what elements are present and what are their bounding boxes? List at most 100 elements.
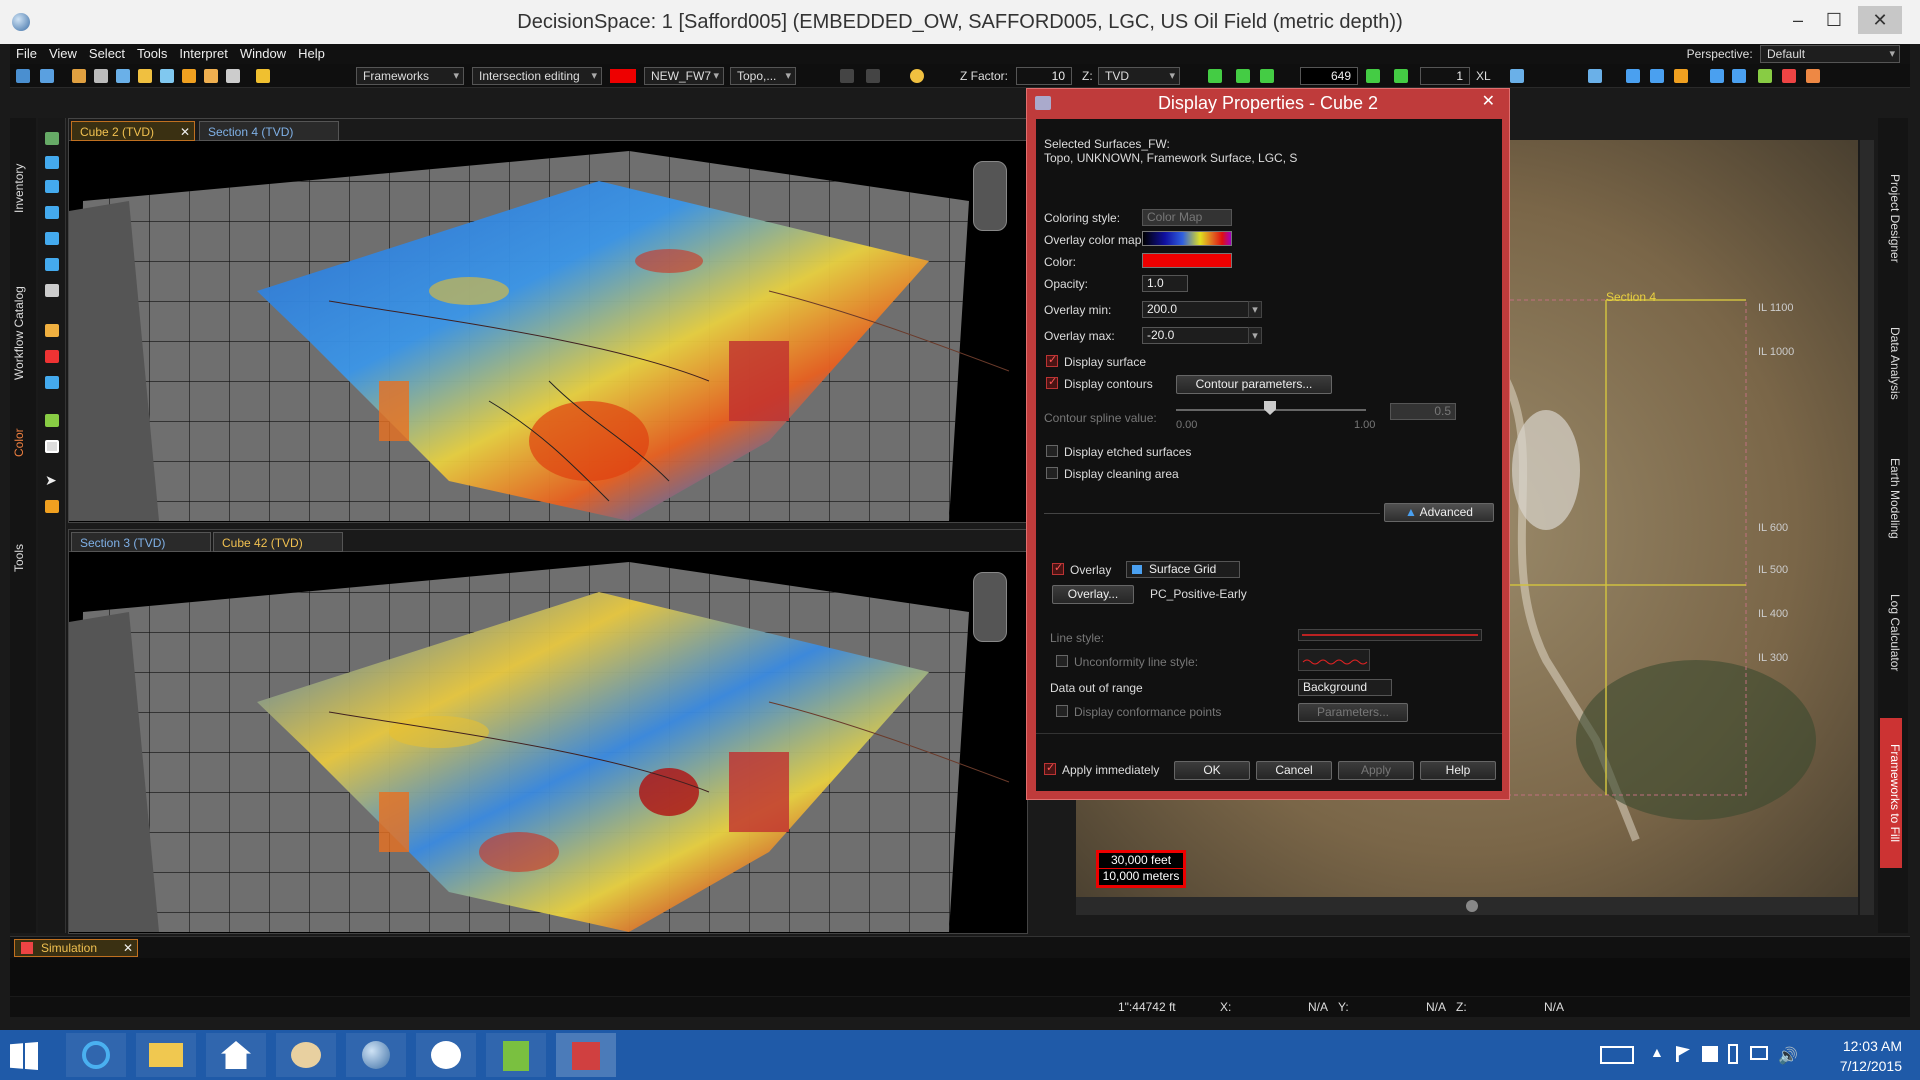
ok-button[interactable]: OK xyxy=(1174,761,1250,780)
opacity-select[interactable]: 1.0 xyxy=(1142,275,1188,292)
clock-icon[interactable] xyxy=(1782,69,1796,83)
contour-spline-thumb[interactable] xyxy=(1264,401,1276,415)
palette-cube-icon[interactable] xyxy=(45,258,59,271)
taskbar-home-icon[interactable] xyxy=(206,1033,266,1077)
overlay-max-dropdown-icon[interactable]: ▾ xyxy=(1248,327,1262,344)
settings-icon[interactable] xyxy=(1806,69,1820,83)
navigation-widget[interactable] xyxy=(973,161,1007,231)
taskbar-decisionspace-icon[interactable] xyxy=(416,1033,476,1077)
overlay-type-select[interactable]: Surface Grid xyxy=(1126,561,1240,578)
parameters-button[interactable]: Parameters... xyxy=(1298,703,1408,722)
display-surface-checkbox[interactable] xyxy=(1046,353,1058,367)
zoom-icon[interactable] xyxy=(1510,69,1524,83)
framework-select[interactable]: NEW_FW7 xyxy=(644,67,724,85)
slice-input[interactable]: 649 xyxy=(1300,67,1358,85)
taskbar-app-icon[interactable] xyxy=(556,1033,616,1077)
menu-help[interactable]: Help xyxy=(292,44,331,61)
framework-color-swatch[interactable] xyxy=(610,69,636,83)
save-icon[interactable] xyxy=(72,69,86,83)
battery-icon[interactable] xyxy=(1728,1044,1738,1064)
open-icon[interactable] xyxy=(40,69,54,83)
palette-camera-icon[interactable] xyxy=(45,284,59,297)
overlay-checkbox[interactable] xyxy=(1052,561,1064,575)
palette-box-icon[interactable] xyxy=(45,376,59,389)
redo-icon[interactable] xyxy=(866,69,880,83)
taskbar-globe-icon[interactable] xyxy=(346,1033,406,1077)
map-horizontal-scrollbar[interactable] xyxy=(1076,897,1858,915)
new-icon[interactable] xyxy=(16,69,30,83)
menu-file[interactable]: File xyxy=(10,44,43,61)
flag-icon[interactable] xyxy=(1676,1046,1690,1062)
conformance-checkbox[interactable] xyxy=(1056,705,1068,717)
tab-inventory[interactable]: Inventory xyxy=(12,148,34,228)
clock-time[interactable]: 12:03 AM xyxy=(1822,1038,1902,1054)
palette-grid-icon[interactable] xyxy=(45,132,59,145)
taskbar-explorer-icon[interactable] xyxy=(136,1033,196,1077)
navigation-widget-bottom[interactable] xyxy=(973,572,1007,642)
palette-pencil-icon[interactable] xyxy=(45,500,59,513)
apply-immediately-checkbox[interactable] xyxy=(1044,761,1056,775)
palette-hand-icon[interactable] xyxy=(45,440,59,453)
3d-scene-bottom[interactable] xyxy=(69,552,1027,932)
first-frame-icon[interactable] xyxy=(1208,69,1222,83)
palette-paint-icon[interactable] xyxy=(45,350,59,363)
overlay-max-input[interactable]: -20.0 xyxy=(1142,327,1250,344)
cube-icon[interactable] xyxy=(204,69,218,83)
menu-interpret[interactable]: Interpret xyxy=(173,44,233,61)
triangle-icon[interactable] xyxy=(1626,69,1640,83)
contour-spline-input[interactable]: 0.5 xyxy=(1390,403,1456,420)
tab-cube-42[interactable]: Cube 42 (TVD) xyxy=(213,532,343,552)
tab-data-analysis[interactable]: Data Analysis xyxy=(1880,308,1902,418)
cleaning-area-checkbox[interactable] xyxy=(1046,467,1058,479)
tray-chevron-icon[interactable]: ▲ xyxy=(1650,1044,1664,1060)
lamp-icon[interactable] xyxy=(138,69,152,83)
windows-tray-icon[interactable] xyxy=(1702,1046,1718,1062)
data-out-of-range-select[interactable]: Background xyxy=(1298,679,1392,696)
unconformity-checkbox[interactable] xyxy=(1056,655,1068,667)
apply-button[interactable]: Apply xyxy=(1338,761,1414,780)
close-tab-icon[interactable]: ✕ xyxy=(180,125,190,139)
tab-color[interactable]: Color xyxy=(12,418,34,468)
overlay-button[interactable]: Overlay... xyxy=(1052,585,1134,604)
palette-pointer-icon[interactable]: ➤ xyxy=(45,473,59,487)
cancel-button[interactable]: Cancel xyxy=(1256,761,1332,780)
color-swatch[interactable] xyxy=(1142,253,1232,268)
line-style-swatch[interactable] xyxy=(1298,629,1482,641)
taskbar-paint-icon[interactable] xyxy=(276,1033,336,1077)
frameworks-select[interactable]: Frameworks xyxy=(356,67,464,85)
tab-project-designer[interactable]: Project Designer xyxy=(1880,148,1902,288)
dialog-close-icon[interactable]: ✕ xyxy=(1482,91,1495,111)
volume-icon[interactable]: 🔊 xyxy=(1778,1046,1798,1066)
arrow-icon[interactable] xyxy=(182,69,196,83)
play-back-icon[interactable] xyxy=(1236,69,1250,83)
play-forward-icon[interactable] xyxy=(1394,69,1408,83)
zfactor-input[interactable]: 10 xyxy=(1016,67,1072,85)
screenshot-icon[interactable] xyxy=(226,69,240,83)
bars-icon[interactable] xyxy=(1674,69,1688,83)
palette-zoom-icon[interactable] xyxy=(45,156,59,169)
3d-scene-top[interactable] xyxy=(69,141,1027,521)
close-simulation-icon[interactable]: ✕ xyxy=(123,941,133,955)
undo-icon[interactable] xyxy=(840,69,854,83)
z-domain-select[interactable]: TVD xyxy=(1098,67,1180,85)
contour-parameters-button[interactable]: Contour parameters... xyxy=(1176,375,1332,394)
pencil-icon[interactable] xyxy=(256,69,270,83)
menu-window[interactable]: Window xyxy=(234,44,292,61)
palette-rotate-icon[interactable] xyxy=(45,180,59,193)
advanced-button[interactable]: ▲ Advanced xyxy=(1384,503,1494,522)
perspective-select[interactable]: Default xyxy=(1760,45,1900,63)
tab-cube-2[interactable]: Cube 2 (TVD) ✕ xyxy=(71,121,195,141)
palette-pan-icon[interactable] xyxy=(45,206,59,219)
tab-log-calculator[interactable]: Log Calculator xyxy=(1880,578,1902,688)
palette-select-icon[interactable] xyxy=(45,324,59,337)
palette-well-icon[interactable] xyxy=(45,414,59,427)
map-scroll-thumb[interactable] xyxy=(1466,900,1478,912)
keyboard-icon[interactable] xyxy=(1600,1046,1634,1064)
intersection-select[interactable]: Intersection editing xyxy=(472,67,602,85)
lock-icon[interactable] xyxy=(94,69,108,83)
step-back-icon[interactable] xyxy=(1260,69,1274,83)
menu-tools[interactable]: Tools xyxy=(131,44,173,61)
step-forward-icon[interactable] xyxy=(1366,69,1380,83)
palette-home-icon[interactable] xyxy=(45,232,59,245)
print-icon[interactable] xyxy=(116,69,130,83)
